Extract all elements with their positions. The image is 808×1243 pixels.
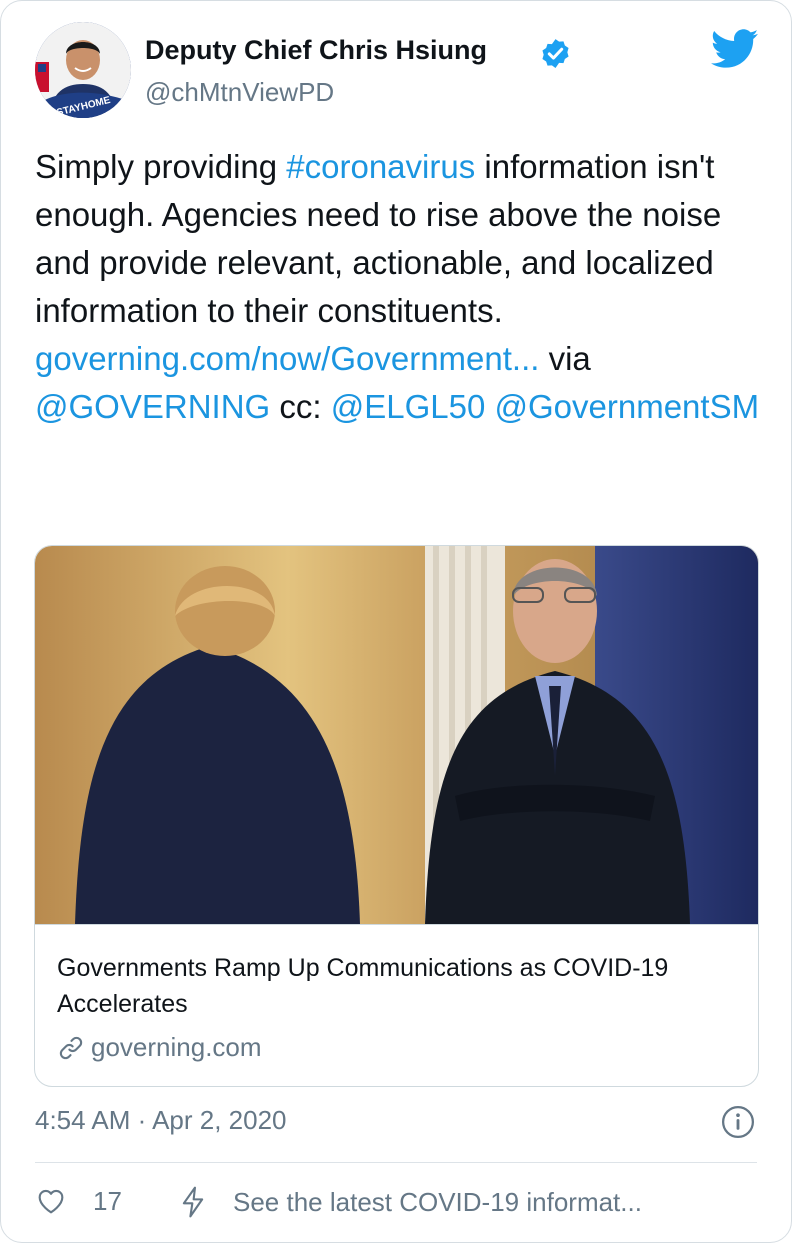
mention-link-governing[interactable]: @GOVERNING	[35, 388, 270, 425]
url-link[interactable]: governing.com/now/Government...	[35, 340, 539, 377]
covid-info-text: See the latest COVID-19 informat...	[233, 1186, 642, 1217]
card-domain-text: governing.com	[91, 1032, 262, 1062]
tweet-text-part: cc:	[270, 388, 331, 425]
divider	[35, 1162, 757, 1163]
author-handle[interactable]: @chMtnViewPD	[145, 77, 334, 108]
mention-link-elgl50[interactable]: @ELGL50	[331, 388, 486, 425]
twitter-bird-icon[interactable]	[710, 29, 760, 69]
card-domain[interactable]: governing.com	[57, 1032, 262, 1063]
like-button[interactable]: 17	[35, 1185, 122, 1217]
tweet-card[interactable]: #STAYHOME Deputy Chief Chris Hsiung @chM…	[0, 0, 792, 1243]
card-image[interactable]	[35, 546, 758, 924]
card-title[interactable]: Governments Ramp Up Communications as CO…	[57, 950, 717, 1022]
covid-info-link[interactable]: See the latest COVID-19 informat...	[177, 1185, 642, 1219]
lightning-icon	[182, 1186, 204, 1218]
like-count: 17	[93, 1185, 122, 1216]
tweet-text-part: Simply providing	[35, 148, 287, 185]
avatar-photo: #STAYHOME	[35, 22, 131, 118]
tweet-text: Simply providing #coronavirus informatio…	[35, 143, 765, 431]
hashtag-link[interactable]: #coronavirus	[286, 148, 475, 185]
avatar[interactable]: #STAYHOME	[35, 22, 131, 118]
link-preview-card[interactable]: Governments Ramp Up Communications as CO…	[34, 545, 759, 1087]
tweet-timestamp[interactable]: 4:54 AM · Apr 2, 2020	[35, 1105, 287, 1136]
author-name[interactable]: Deputy Chief Chris Hsiung	[145, 35, 487, 66]
info-icon[interactable]	[721, 1105, 755, 1139]
tweet-text-part: via	[539, 340, 591, 377]
card-divider	[35, 924, 758, 925]
verified-badge-icon	[542, 39, 569, 68]
mention-link-governmentsm[interactable]: @GovernmentSM	[494, 388, 759, 425]
link-icon	[59, 1036, 83, 1059]
heart-icon	[38, 1189, 64, 1214]
